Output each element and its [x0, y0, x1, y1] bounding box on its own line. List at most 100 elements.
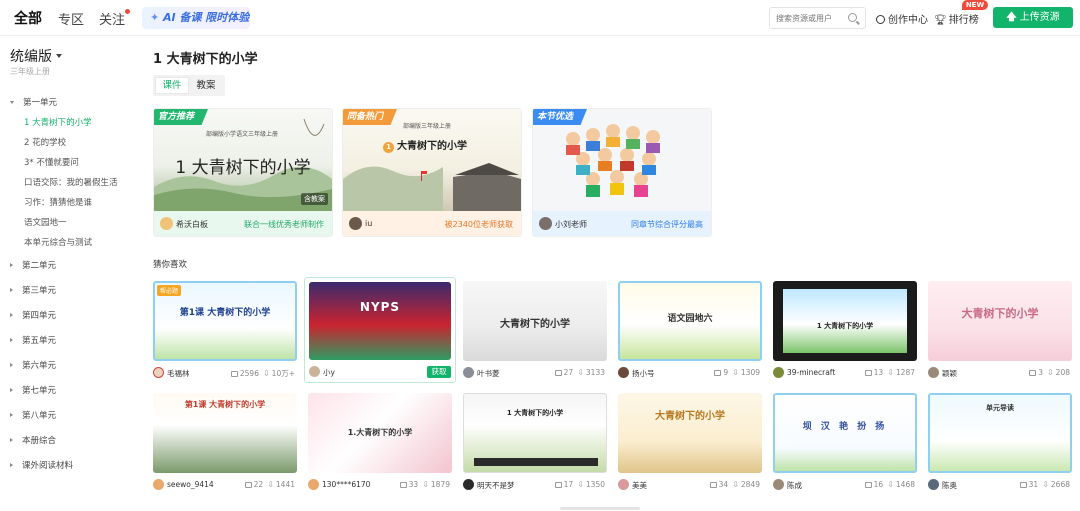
featured-card-hot[interactable]: 部编版三年级上册 1 大青树下的小学 同备热门 iu 被2340位老师获取 — [342, 108, 522, 237]
sidebar-lesson-1[interactable]: 1 大青树下的小学 — [24, 116, 92, 128]
sidebar-lesson-4[interactable]: 口语交际：我的暑假生活 — [24, 176, 118, 188]
resource-card[interactable]: 单元导读 陈奥 31 ⇩ 2668 — [928, 393, 1072, 497]
sidebar-unit-5[interactable]: 第五单元 — [10, 334, 56, 346]
author-name[interactable]: 130****6170 — [322, 480, 370, 489]
sidebar-unit-4[interactable]: 第四单元 — [10, 309, 56, 321]
resource-card[interactable]: 1 大青树下的小学 39-minecraft 13 ⇩ 1287 — [773, 281, 917, 385]
thumbnail: 第1课 大青树下的小学 — [153, 393, 297, 473]
thumbnail: 帮必题 第1课 大青树下的小学 — [153, 281, 297, 361]
sidebar-unit-1[interactable]: 第一单元 — [10, 96, 57, 108]
tab-all[interactable]: 全部 — [14, 8, 42, 28]
resource-type-tabs: 课件 教案 — [153, 75, 225, 96]
ribbon-hot: 同备热门 — [343, 109, 397, 125]
like-icon — [1029, 370, 1037, 376]
tab-zone[interactable]: 专区 — [58, 9, 84, 28]
chevron-right-icon — [10, 388, 13, 392]
resource-card[interactable]: 大青树下的小学 美美 34 ⇩ 2849 — [618, 393, 762, 497]
grade-label: 三年级上册 — [10, 67, 50, 76]
resource-card[interactable]: 帮必题 第1课 大青树下的小学 毛福林 2596 ⇩ 10万+ — [153, 281, 297, 385]
trophy-icon: 🏆︎ — [934, 15, 947, 26]
section-title-recommend: 猜你喜欢 — [153, 260, 188, 270]
thumbnail: 坝 汉 艳 扮 扬 — [773, 393, 917, 473]
chevron-right-icon — [10, 463, 13, 467]
sidebar: 统编版 三年级上册 第一单元 1 大青树下的小学 2 花的学校 3* 不懂就要问… — [0, 36, 140, 511]
slide-title: 1.大青树下的小学 — [347, 428, 413, 437]
upload-arrow-icon: 🡅 — [1006, 12, 1017, 23]
tab-follow[interactable]: 关注 — [99, 9, 131, 28]
resource-card[interactable]: 大青树下的小学 叶书菱 27 ⇩ 3133 — [463, 281, 607, 385]
featured-card-official[interactable]: 部编版小学语文三年级上册 1 大青树下的小学 含教案 官方推荐 希沃白板 联合一… — [153, 108, 333, 237]
slide-title: 1 大青树下的小学 — [816, 322, 874, 330]
author-name[interactable]: iu — [365, 219, 372, 228]
author-name[interactable]: 扬小号 — [632, 368, 655, 379]
sidebar-lesson-3[interactable]: 3* 不懂就要问 — [24, 156, 79, 168]
author-name[interactable]: 美美 — [632, 480, 647, 491]
avatar — [928, 367, 939, 378]
slide-title: NYPS — [359, 300, 401, 314]
download-icon: ⇩ — [1042, 480, 1049, 489]
thumbnail: 单元导读 — [928, 393, 1072, 473]
author-name[interactable]: 希沃白板 — [176, 219, 208, 230]
author-name[interactable]: 小y — [323, 367, 335, 378]
like-icon — [714, 370, 722, 376]
search-icon[interactable] — [848, 13, 857, 22]
tab-lesson-plan[interactable]: 教案 — [189, 75, 223, 96]
resource-card-hovered[interactable]: NYPS 小y 获取 — [304, 277, 456, 383]
like-icon — [399, 482, 407, 488]
sidebar-extra-reading[interactable]: 课外阅读材料 — [10, 459, 73, 471]
tab-courseware[interactable]: 课件 — [155, 77, 189, 94]
sidebar-book-overall[interactable]: 本册综合 — [10, 434, 56, 446]
like-icon — [554, 482, 562, 488]
card-stats: 3 ⇩ 208 — [1025, 368, 1070, 377]
author-name[interactable]: 陈奥 — [942, 480, 957, 491]
sidebar-lesson-2[interactable]: 2 花的学校 — [24, 136, 66, 148]
sidebar-lesson-7[interactable]: 本单元综合与测试 — [24, 236, 92, 248]
search-box[interactable] — [769, 7, 866, 29]
get-button[interactable]: 获取 — [427, 366, 451, 378]
chevron-down-icon — [10, 101, 14, 104]
edition-selector[interactable]: 统编版 — [10, 46, 62, 66]
sidebar-unit-3[interactable]: 第三单元 — [10, 284, 56, 296]
card-slogan: 联合一线优秀老师制作 — [244, 220, 324, 229]
author-name[interactable]: 明天不是梦 — [477, 480, 515, 491]
author-name[interactable]: 陈成 — [787, 480, 802, 491]
card-tag: 帮必题 — [157, 285, 182, 296]
avatar — [309, 366, 320, 377]
leaderboard-link[interactable]: 🏆︎ 排行榜 — [934, 11, 979, 26]
author-name[interactable]: 叶书菱 — [477, 368, 500, 379]
author-name[interactable]: seewo_9414 — [167, 480, 214, 489]
sidebar-unit-8[interactable]: 第八单元 — [10, 409, 56, 421]
author-name[interactable]: 毛福林 — [167, 368, 190, 379]
resource-card[interactable]: 1.大青树下的小学 130****6170 33 ⇩ 1879 — [308, 393, 452, 497]
author-name[interactable]: 39-minecraft — [787, 368, 835, 377]
chevron-right-icon — [10, 313, 13, 317]
slide-title: 1 大青树下的小学 — [383, 137, 467, 153]
search-input[interactable] — [776, 11, 844, 25]
sidebar-unit-2[interactable]: 第二单元 — [10, 259, 56, 271]
ai-prep-button[interactable]: ✦ AI 备课 限时体验 → — [142, 7, 250, 29]
resource-card[interactable]: 语文园地六 扬小号 9 ⇩ 1309 — [618, 281, 762, 385]
sidebar-unit-6[interactable]: 第六单元 — [10, 359, 56, 371]
creator-center-link[interactable]: 创作中心 — [876, 11, 928, 26]
like-icon — [244, 482, 252, 488]
horizontal-scrollbar[interactable] — [560, 507, 640, 510]
sidebar-lesson-6[interactable]: 语文园地一 — [24, 216, 67, 228]
slide-title: 大青树下的小学 — [655, 411, 725, 422]
author-name[interactable]: 小刘老师 — [555, 219, 587, 230]
featured-card-best[interactable]: 本节优选 小刘老师 同章节综合评分最高 — [532, 108, 712, 237]
resource-card[interactable]: 大青树下的小学 颖颖 3 ⇩ 208 — [928, 281, 1072, 385]
slide-title: 坝 汉 艳 扮 扬 — [802, 422, 888, 432]
download-icon: ⇩ — [887, 480, 894, 489]
sidebar-lesson-5[interactable]: 习作：猜猜他是谁 — [24, 196, 92, 208]
download-icon: ⇩ — [1046, 368, 1054, 377]
resource-card[interactable]: 1 大青树下的小学 明天不是梦 17 ⇩ 1350 — [463, 393, 607, 497]
upload-button[interactable]: 🡅 上传资源 — [993, 7, 1073, 28]
author-name[interactable]: 颖颖 — [942, 368, 957, 379]
avatar — [463, 479, 474, 490]
slide-title: 1 大青树下的小学 — [506, 409, 564, 417]
resource-card[interactable]: 坝 汉 艳 扮 扬 陈成 16 ⇩ 1468 — [773, 393, 917, 497]
resource-card[interactable]: 第1课 大青树下的小学 seewo_9414 22 ⇩ 1441 — [153, 393, 297, 497]
card-footer: 小刘老师 同章节综合评分最高 — [533, 211, 711, 236]
sidebar-unit-7[interactable]: 第七单元 — [10, 384, 56, 396]
card-stats: 31 ⇩ 2668 — [1016, 480, 1070, 489]
